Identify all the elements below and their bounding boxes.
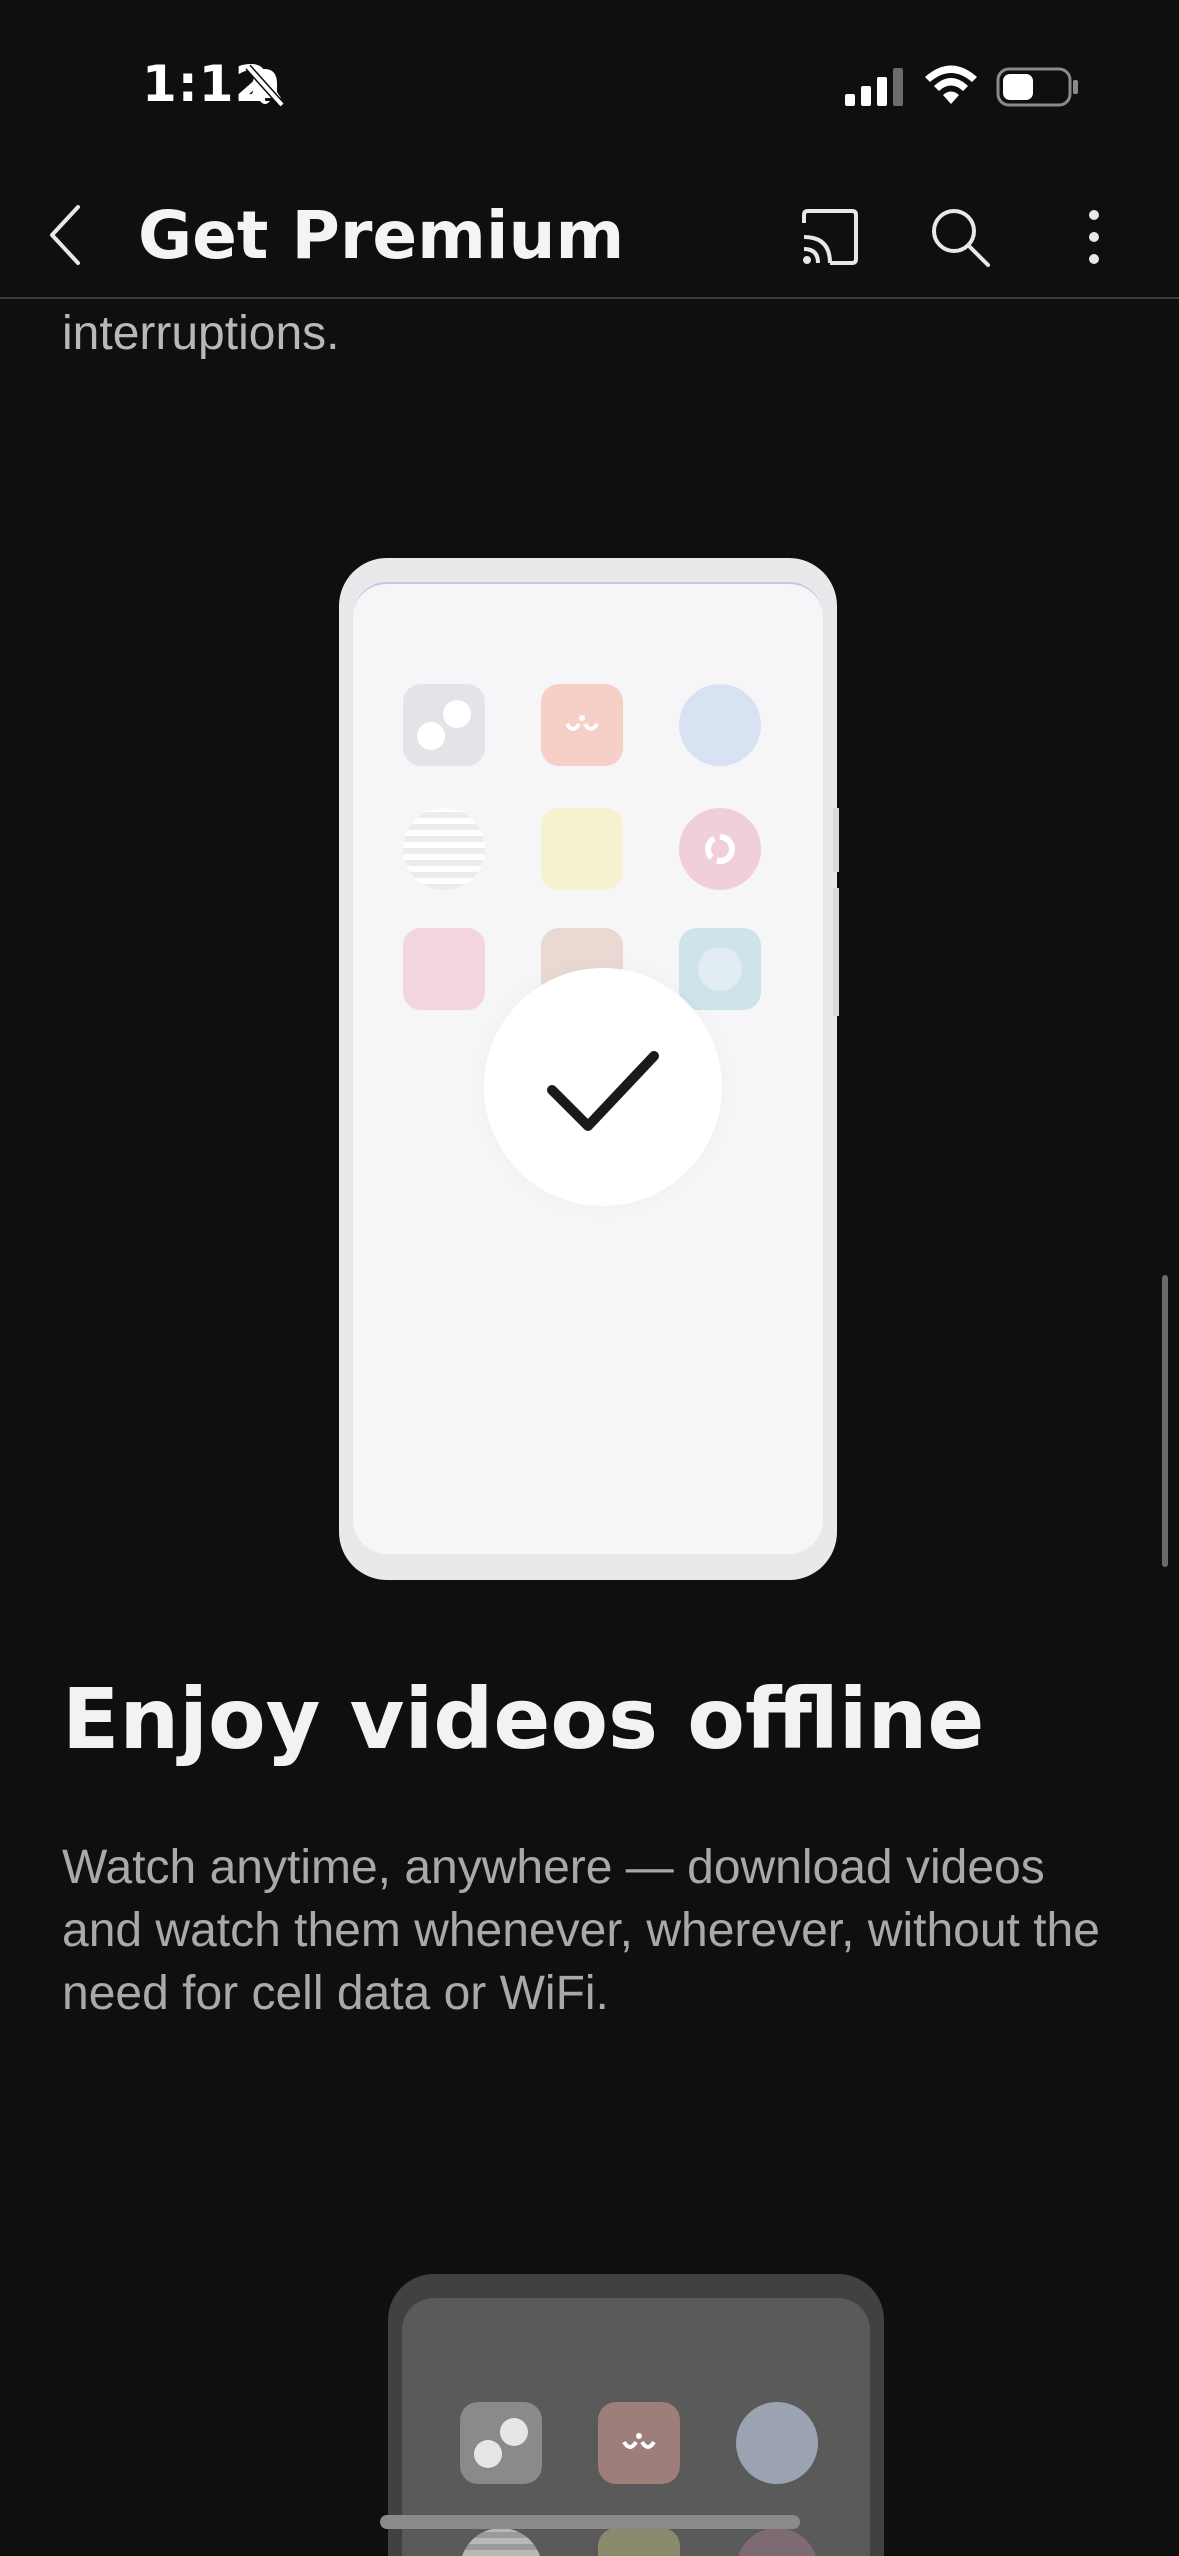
app-icon-pattern [679,684,761,766]
app-icon-pattern [736,2402,818,2484]
wifi-icon [925,65,977,104]
app-icon-yellow [541,808,623,890]
feature-title: Enjoy videos offline [62,1670,985,1768]
app-icon-yellow [598,2528,680,2556]
phone-side-button [833,808,839,872]
signal-icon [845,68,903,106]
app-icon-ring [736,2528,818,2556]
app-bar: Get Premium [0,175,1179,299]
checkmark-badge [484,968,722,1206]
app-icon-ring [679,808,761,890]
offline-illustration [339,558,839,1580]
feature-description: Watch anytime, anywhere — download video… [62,1841,1100,2020]
app-icon-stripes [403,808,485,890]
scrollbar[interactable] [1162,1275,1168,1567]
app-icon-stripes [460,2528,542,2556]
next-feature-illustration [388,2274,884,2556]
app-icon-dots [403,684,485,766]
battery-icon [996,67,1078,107]
cast-icon[interactable] [790,197,870,277]
phone-screen [353,582,823,1554]
app-icon-pink [403,928,485,1010]
app-icon-face [598,2402,680,2484]
checkmark-icon [547,1051,659,1131]
app-icon-face [541,684,623,766]
bell-off-icon [245,64,285,108]
content-scroll[interactable]: interruptions. Enjoy videos offline Watc… [0,298,1179,2556]
page-title: Get Premium [138,197,625,274]
home-indicator[interactable] [380,2515,800,2529]
status-bar: 1:12 [0,0,1179,175]
previous-feature-description: interruptions. [62,307,340,360]
search-icon[interactable] [920,197,1000,277]
more-vert-icon[interactable] [1054,197,1134,277]
app-icon-dots [460,2402,542,2484]
back-button[interactable] [30,195,110,275]
phone-side-button [833,888,839,1016]
